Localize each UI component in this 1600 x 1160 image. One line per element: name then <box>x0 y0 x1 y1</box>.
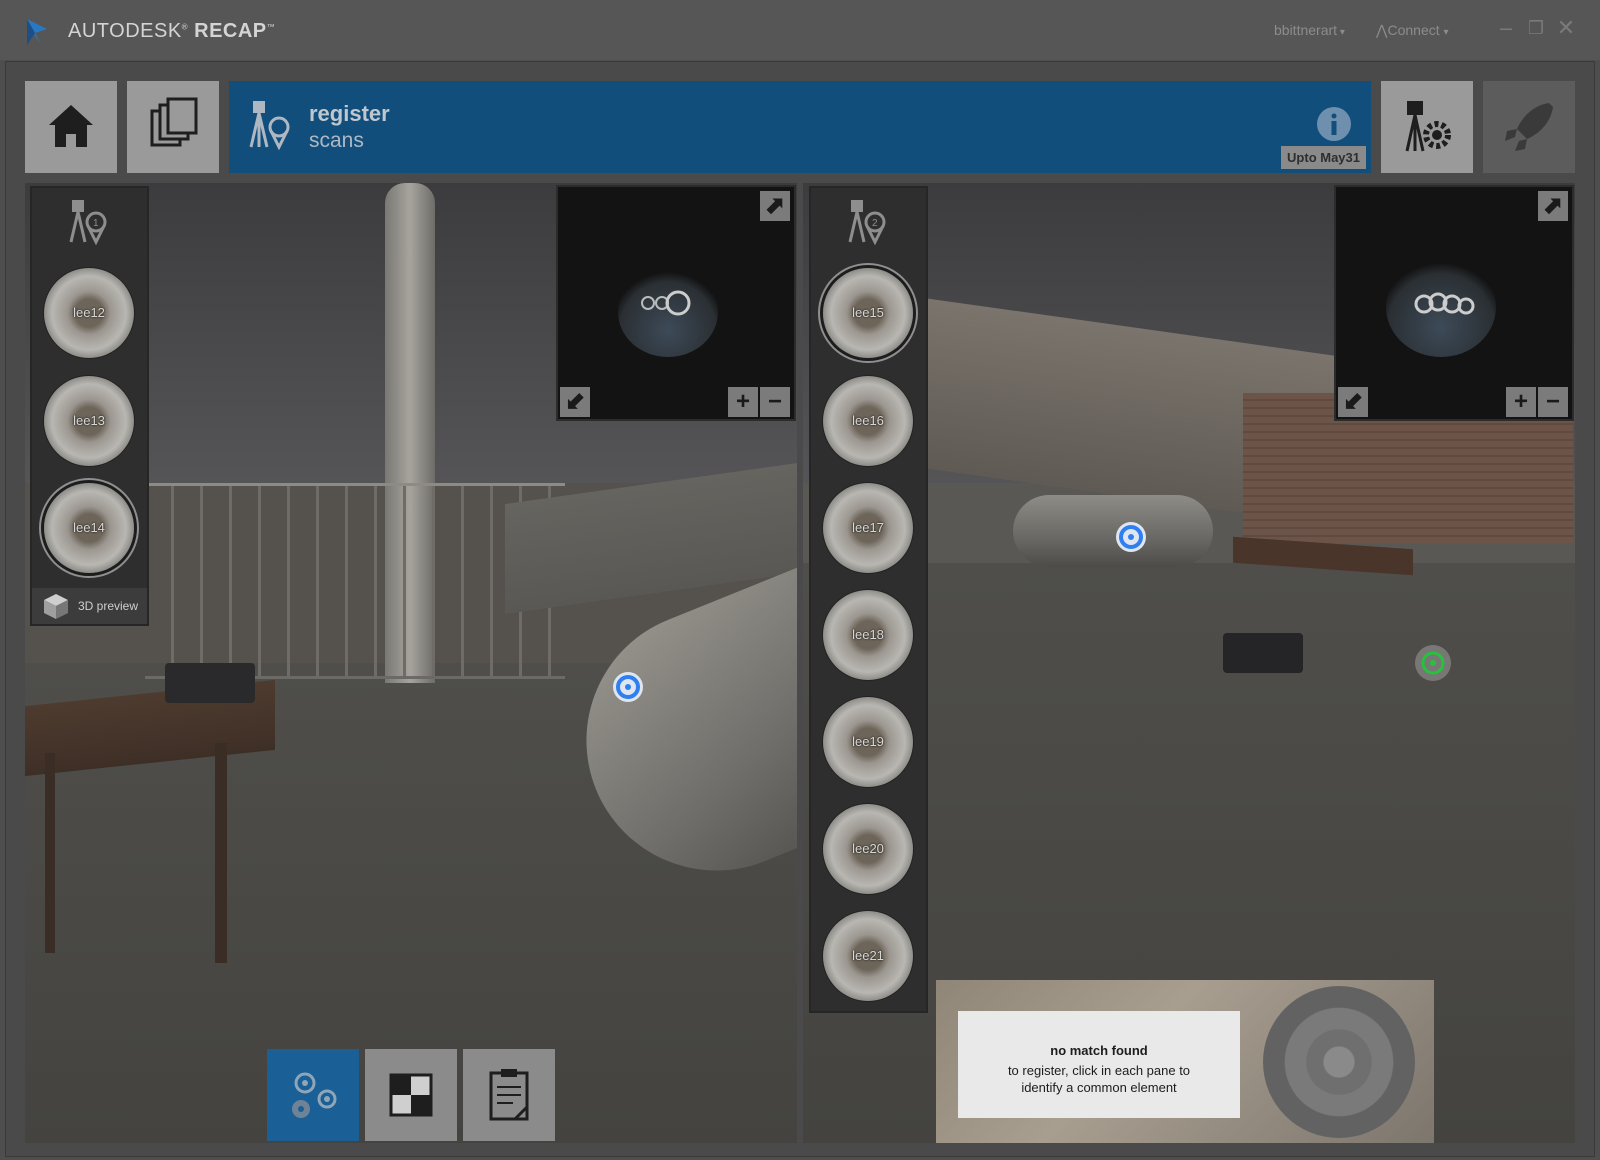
notice-title: no match found <box>1050 1043 1148 1058</box>
minimize-button[interactable]: – <box>1494 16 1518 40</box>
scan-group-icon: 1 <box>69 200 107 246</box>
scan-thumbnail[interactable]: lee17 <box>823 483 913 573</box>
3d-preview-button[interactable]: 3D preview <box>32 588 147 624</box>
launch-icon <box>1505 103 1553 151</box>
scan-label: lee17 <box>852 520 884 535</box>
checker-icon <box>389 1073 433 1117</box>
scan-label: lee16 <box>852 413 884 428</box>
title-bar: AUTODESK® RECAP™ bbittnerart ⋀Connect – … <box>0 0 1600 60</box>
scan-thumbnail[interactable]: lee20 <box>823 804 913 894</box>
projects-button[interactable] <box>127 81 219 173</box>
scan-thumbnail-selected[interactable]: lee14 <box>44 483 134 573</box>
target-marker-icon[interactable] <box>611 670 645 704</box>
home-button[interactable] <box>25 81 117 173</box>
autodesk-logo-icon <box>27 19 47 45</box>
equipment-case <box>165 663 255 703</box>
collapse-icon: ⬋ <box>1342 388 1364 415</box>
scan-thumbnail[interactable]: lee18 <box>823 590 913 680</box>
scan-label: lee15 <box>852 305 884 320</box>
page-subtitle: scans <box>309 129 364 152</box>
scan-label: lee13 <box>73 413 105 428</box>
scan-thumbnail[interactable]: lee13 <box>44 376 134 466</box>
zoom-in-icon: + <box>735 388 750 415</box>
auto-register-button[interactable] <box>267 1049 359 1141</box>
loupe-view <box>1263 986 1415 1138</box>
user-menu[interactable]: bbittnerart <box>1274 22 1345 38</box>
scan-thumbnail[interactable]: lee16 <box>823 376 913 466</box>
scan-label: lee14 <box>73 520 105 535</box>
minimap-left[interactable]: ⬈ ⬋ + − <box>556 185 796 421</box>
no-match-notice: no match found to register, click in eac… <box>958 1011 1240 1118</box>
report-icon <box>489 1069 529 1121</box>
zoom-in-icon: + <box>1513 388 1528 415</box>
pipe-rack <box>145 483 565 679</box>
connect-menu[interactable]: ⋀Connect <box>1376 22 1449 39</box>
scan-thumbnail[interactable]: lee19 <box>823 697 913 787</box>
equipment-case <box>1223 633 1303 673</box>
report-button[interactable] <box>463 1049 555 1141</box>
connect-label: Connect <box>1387 22 1440 38</box>
expand-minimap-button[interactable]: ⬈ <box>760 191 790 221</box>
zoom-in-button[interactable]: + <box>1506 387 1536 417</box>
close-button[interactable]: ✕ <box>1554 16 1578 40</box>
zoom-out-button[interactable]: − <box>760 387 790 417</box>
connect-icon: ⋀ <box>1376 22 1388 38</box>
app-name-bold: RECAP <box>194 20 267 42</box>
storage-tank <box>1013 495 1213 567</box>
collapse-minimap-button[interactable]: ⬋ <box>560 387 590 417</box>
scan-group-badge: 2 <box>872 218 878 229</box>
notice-message: to register, click in each pane to ident… <box>1007 1063 1191 1095</box>
app-name-light: AUTODESK <box>68 20 182 42</box>
scan-list-right: 2 lee15 lee16 lee17 lee18 lee19 lee20 le… <box>809 186 928 1013</box>
minimap-scan-positions <box>1414 292 1475 315</box>
register-scans-icon <box>249 101 290 151</box>
table-leg <box>45 753 55 953</box>
scan-label: lee12 <box>73 305 105 320</box>
info-icon[interactable] <box>1315 105 1353 143</box>
table-leg <box>215 743 227 963</box>
zoom-out-button[interactable]: − <box>1538 387 1568 417</box>
cube-icon <box>44 594 68 619</box>
scan-thumbnail-selected[interactable]: lee15 <box>823 268 913 358</box>
launch-button[interactable] <box>1483 81 1575 173</box>
minimap-right[interactable]: ⬈ ⬋ + − <box>1334 185 1574 421</box>
expand-minimap-button[interactable]: ⬈ <box>1538 191 1568 221</box>
scan-thumbnail[interactable]: lee12 <box>44 268 134 358</box>
scan-label: lee21 <box>852 948 884 963</box>
expand-icon: ⬈ <box>1542 192 1564 219</box>
register-scans-header: register scans Upto May31 <box>229 81 1371 173</box>
minimap-scan-positions <box>641 290 691 316</box>
app-title: AUTODESK® RECAP™ <box>68 20 276 42</box>
scan-group-icon: 2 <box>848 200 886 246</box>
home-icon <box>49 105 93 147</box>
collapse-icon: ⬋ <box>564 388 586 415</box>
scan-thumbnail[interactable]: lee21 <box>823 911 913 1001</box>
scan-list-left: 1 lee12 lee13 lee14 3D preview <box>30 186 149 626</box>
checker-view-button[interactable] <box>365 1049 457 1141</box>
scan-group-badge: 1 <box>93 218 99 229</box>
target-marker-icon[interactable] <box>1114 520 1148 554</box>
scan-settings-button[interactable] <box>1381 81 1473 173</box>
projects-icon <box>150 97 198 147</box>
scan-label: lee18 <box>852 627 884 642</box>
page-title: register <box>309 101 390 126</box>
left-scan-pane[interactable]: 1 lee12 lee13 lee14 3D preview ⬈ ⬋ + − <box>25 183 797 1143</box>
scan-settings-icon <box>1405 101 1451 152</box>
scan-label: lee20 <box>852 841 884 856</box>
scan-label: lee19 <box>852 734 884 749</box>
right-scan-pane[interactable]: 2 lee15 lee16 lee17 lee18 lee19 lee20 le… <box>803 183 1575 1143</box>
zoom-out-icon: − <box>767 388 782 415</box>
zoom-out-icon: − <box>1545 388 1560 415</box>
expand-icon: ⬈ <box>764 192 786 219</box>
3d-preview-label: 3D preview <box>78 599 139 613</box>
restore-button[interactable]: ❐ <box>1524 16 1548 40</box>
version-badge: Upto May31 <box>1281 146 1366 169</box>
auto-register-icon <box>292 1072 337 1118</box>
pick-point-marker-icon[interactable] <box>1413 643 1453 683</box>
collapse-minimap-button[interactable]: ⬋ <box>1338 387 1368 417</box>
zoom-in-button[interactable]: + <box>728 387 758 417</box>
